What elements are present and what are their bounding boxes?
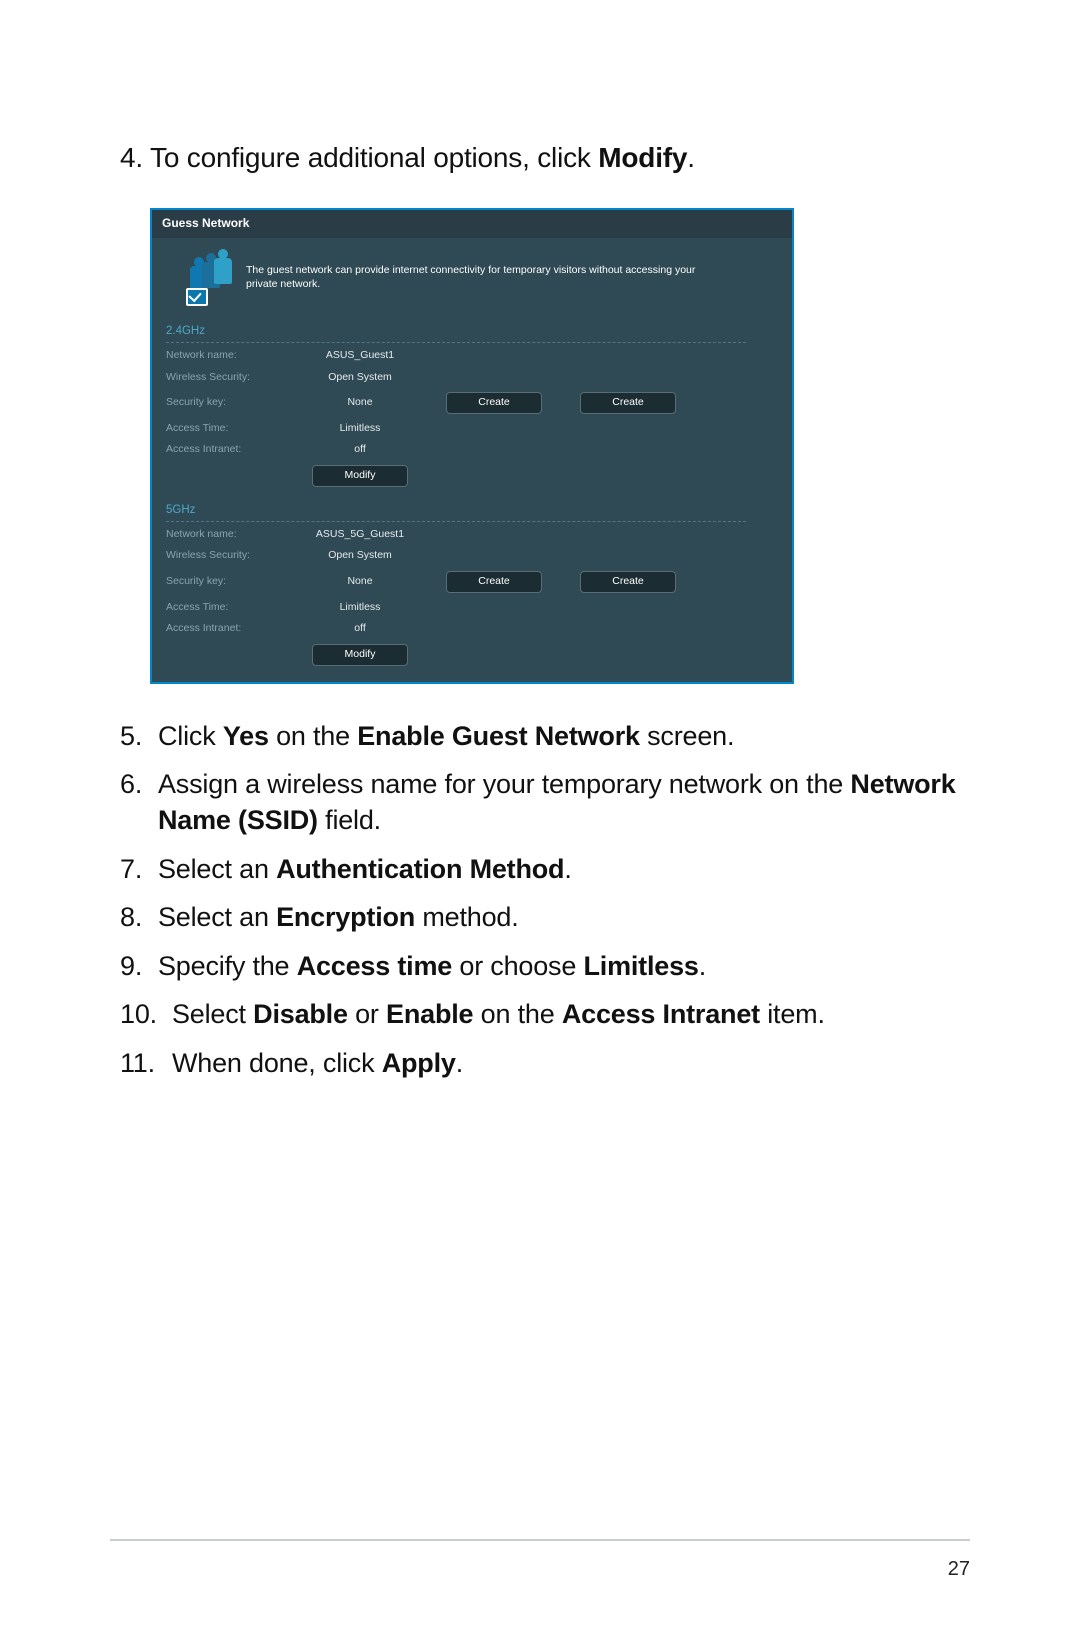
section-heading-24ghz: 2.4GHz <box>166 324 746 343</box>
wireless-security-label: Wireless Security: <box>166 549 286 563</box>
access-intranet-label: Access Intranet: <box>166 622 286 636</box>
step-text: Specify the Access time or choose Limitl… <box>158 948 706 984</box>
section-grid-24ghz: Network name: ASUS_Guest1 Wireless Secur… <box>166 343 778 489</box>
access-intranet-label: Access Intranet: <box>166 443 286 457</box>
step-4-suffix: . <box>687 142 695 173</box>
create-button[interactable]: Create <box>446 571 542 593</box>
step-text: Select an Authentication Method. <box>158 851 572 887</box>
step-10: 10. Select Disable or Enable on the Acce… <box>120 996 970 1032</box>
screenshot-title: Guess Network <box>152 210 792 238</box>
network-name-value: ASUS_Guest1 <box>300 349 420 363</box>
step-11: 11. When done, click Apply. <box>120 1045 970 1081</box>
create-button[interactable]: Create <box>446 392 542 414</box>
wireless-security-label: Wireless Security: <box>166 371 286 385</box>
network-name-label: Network name: <box>166 349 286 363</box>
screenshot-description: The guest network can provide internet c… <box>246 264 726 291</box>
step-4-prefix: 4. To configure additional options, clic… <box>120 142 598 173</box>
step-6: 6. Assign a wireless name for your tempo… <box>120 766 970 839</box>
section-grid-5ghz: Network name: ASUS_5G_Guest1 Wireless Se… <box>166 522 778 668</box>
wireless-security-value: Open System <box>300 549 420 563</box>
step-number: 9. <box>120 948 158 984</box>
step-4: 4. To configure additional options, clic… <box>120 140 970 176</box>
step-number: 5. <box>120 718 158 754</box>
step-4-bold: Modify <box>598 142 687 173</box>
section-heading-5ghz: 5GHz <box>166 503 746 522</box>
step-text: When done, click Apply. <box>172 1045 463 1081</box>
access-time-label: Access Time: <box>166 422 286 436</box>
guest-network-icon <box>168 256 232 300</box>
modify-button[interactable]: Modify <box>312 644 408 666</box>
step-8: 8. Select an Encryption method. <box>120 899 970 935</box>
security-key-value: None <box>300 396 420 410</box>
access-time-value: Limitless <box>300 422 420 436</box>
wireless-security-value: Open System <box>300 371 420 385</box>
step-number: 11. <box>120 1045 172 1081</box>
access-time-value: Limitless <box>300 601 420 615</box>
step-9: 9. Specify the Access time or choose Lim… <box>120 948 970 984</box>
step-text: Click Yes on the Enable Guest Network sc… <box>158 718 734 754</box>
step-number: 10. <box>120 996 172 1032</box>
security-key-value: None <box>300 575 420 589</box>
security-key-label: Security key: <box>166 575 286 589</box>
step-text: Assign a wireless name for your temporar… <box>158 766 970 839</box>
access-intranet-value: off <box>300 443 420 457</box>
step-text: Select Disable or Enable on the Access I… <box>172 996 825 1032</box>
create-button[interactable]: Create <box>580 571 676 593</box>
manual-page: 4. To configure additional options, clic… <box>0 0 1080 1627</box>
security-key-label: Security key: <box>166 396 286 410</box>
step-7: 7. Select an Authentication Method. <box>120 851 970 887</box>
footer-rule <box>110 1539 970 1541</box>
create-button[interactable]: Create <box>580 392 676 414</box>
screenshot-body: The guest network can provide internet c… <box>152 238 792 682</box>
instruction-steps: 5. Click Yes on the Enable Guest Network… <box>120 718 970 1082</box>
network-name-value: ASUS_5G_Guest1 <box>300 528 420 542</box>
page-number: 27 <box>948 1558 970 1581</box>
network-name-label: Network name: <box>166 528 286 542</box>
step-5: 5. Click Yes on the Enable Guest Network… <box>120 718 970 754</box>
modify-button[interactable]: Modify <box>312 465 408 487</box>
router-screenshot: Guess Network The guest network can prov… <box>150 208 794 683</box>
screenshot-header-row: The guest network can provide internet c… <box>166 244 778 318</box>
access-time-label: Access Time: <box>166 601 286 615</box>
step-text: Select an Encryption method. <box>158 899 519 935</box>
access-intranet-value: off <box>300 622 420 636</box>
step-number: 7. <box>120 851 158 887</box>
step-number: 6. <box>120 766 158 839</box>
step-number: 8. <box>120 899 158 935</box>
